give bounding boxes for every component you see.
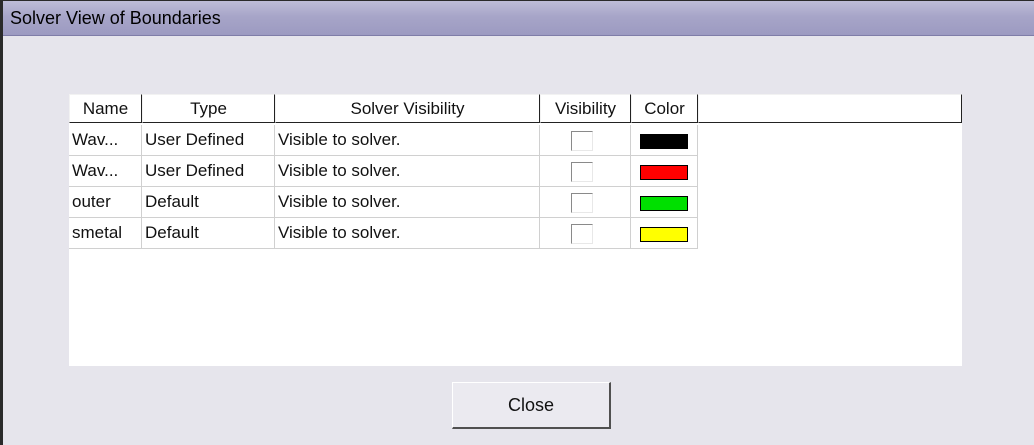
cell-name: outer: [69, 187, 142, 218]
table-row[interactable]: outer Default Visible to solver.: [69, 187, 698, 218]
boundaries-table: Name Type Solver Visibility Visibility C…: [69, 94, 962, 366]
cell-color: [631, 156, 698, 187]
cell-visibility: [540, 187, 631, 218]
color-swatch[interactable]: [640, 196, 688, 211]
title-bar[interactable]: Solver View of Boundaries: [3, 1, 1034, 36]
cell-type: Default: [142, 187, 275, 218]
cell-color: [631, 187, 698, 218]
visibility-checkbox[interactable]: [571, 162, 593, 182]
solver-view-dialog: Solver View of Boundaries Name Type Solv…: [0, 0, 1034, 445]
table-header: Name Type Solver Visibility Visibility C…: [69, 94, 962, 125]
cell-name: Wav...: [69, 125, 142, 156]
cell-type: Default: [142, 218, 275, 249]
cell-color: [631, 218, 698, 249]
cell-visibility: [540, 218, 631, 249]
cell-solver-visibility: Visible to solver.: [275, 187, 540, 218]
column-header-filler: [698, 94, 962, 123]
table-row[interactable]: Wav... User Defined Visible to solver.: [69, 156, 698, 187]
column-header-name[interactable]: Name: [69, 94, 142, 123]
color-swatch[interactable]: [640, 227, 688, 242]
column-header-solver-visibility[interactable]: Solver Visibility: [275, 94, 540, 123]
color-swatch[interactable]: [640, 134, 688, 149]
visibility-checkbox[interactable]: [571, 224, 593, 244]
cell-name: Wav...: [69, 156, 142, 187]
window-title: Solver View of Boundaries: [10, 8, 221, 28]
color-swatch[interactable]: [640, 165, 688, 180]
column-header-color[interactable]: Color: [631, 94, 698, 123]
column-header-type[interactable]: Type: [142, 94, 275, 123]
cell-name: smetal: [69, 218, 142, 249]
visibility-checkbox[interactable]: [571, 193, 593, 213]
cell-type: User Defined: [142, 125, 275, 156]
close-button[interactable]: Close: [452, 382, 611, 429]
cell-solver-visibility: Visible to solver.: [275, 156, 540, 187]
cell-visibility: [540, 125, 631, 156]
visibility-checkbox[interactable]: [571, 131, 593, 151]
cell-color: [631, 125, 698, 156]
table-row[interactable]: smetal Default Visible to solver.: [69, 218, 698, 249]
column-header-visibility[interactable]: Visibility: [540, 94, 631, 123]
cell-visibility: [540, 156, 631, 187]
cell-type: User Defined: [142, 156, 275, 187]
cell-solver-visibility: Visible to solver.: [275, 218, 540, 249]
table-row[interactable]: Wav... User Defined Visible to solver.: [69, 125, 698, 156]
cell-solver-visibility: Visible to solver.: [275, 125, 540, 156]
